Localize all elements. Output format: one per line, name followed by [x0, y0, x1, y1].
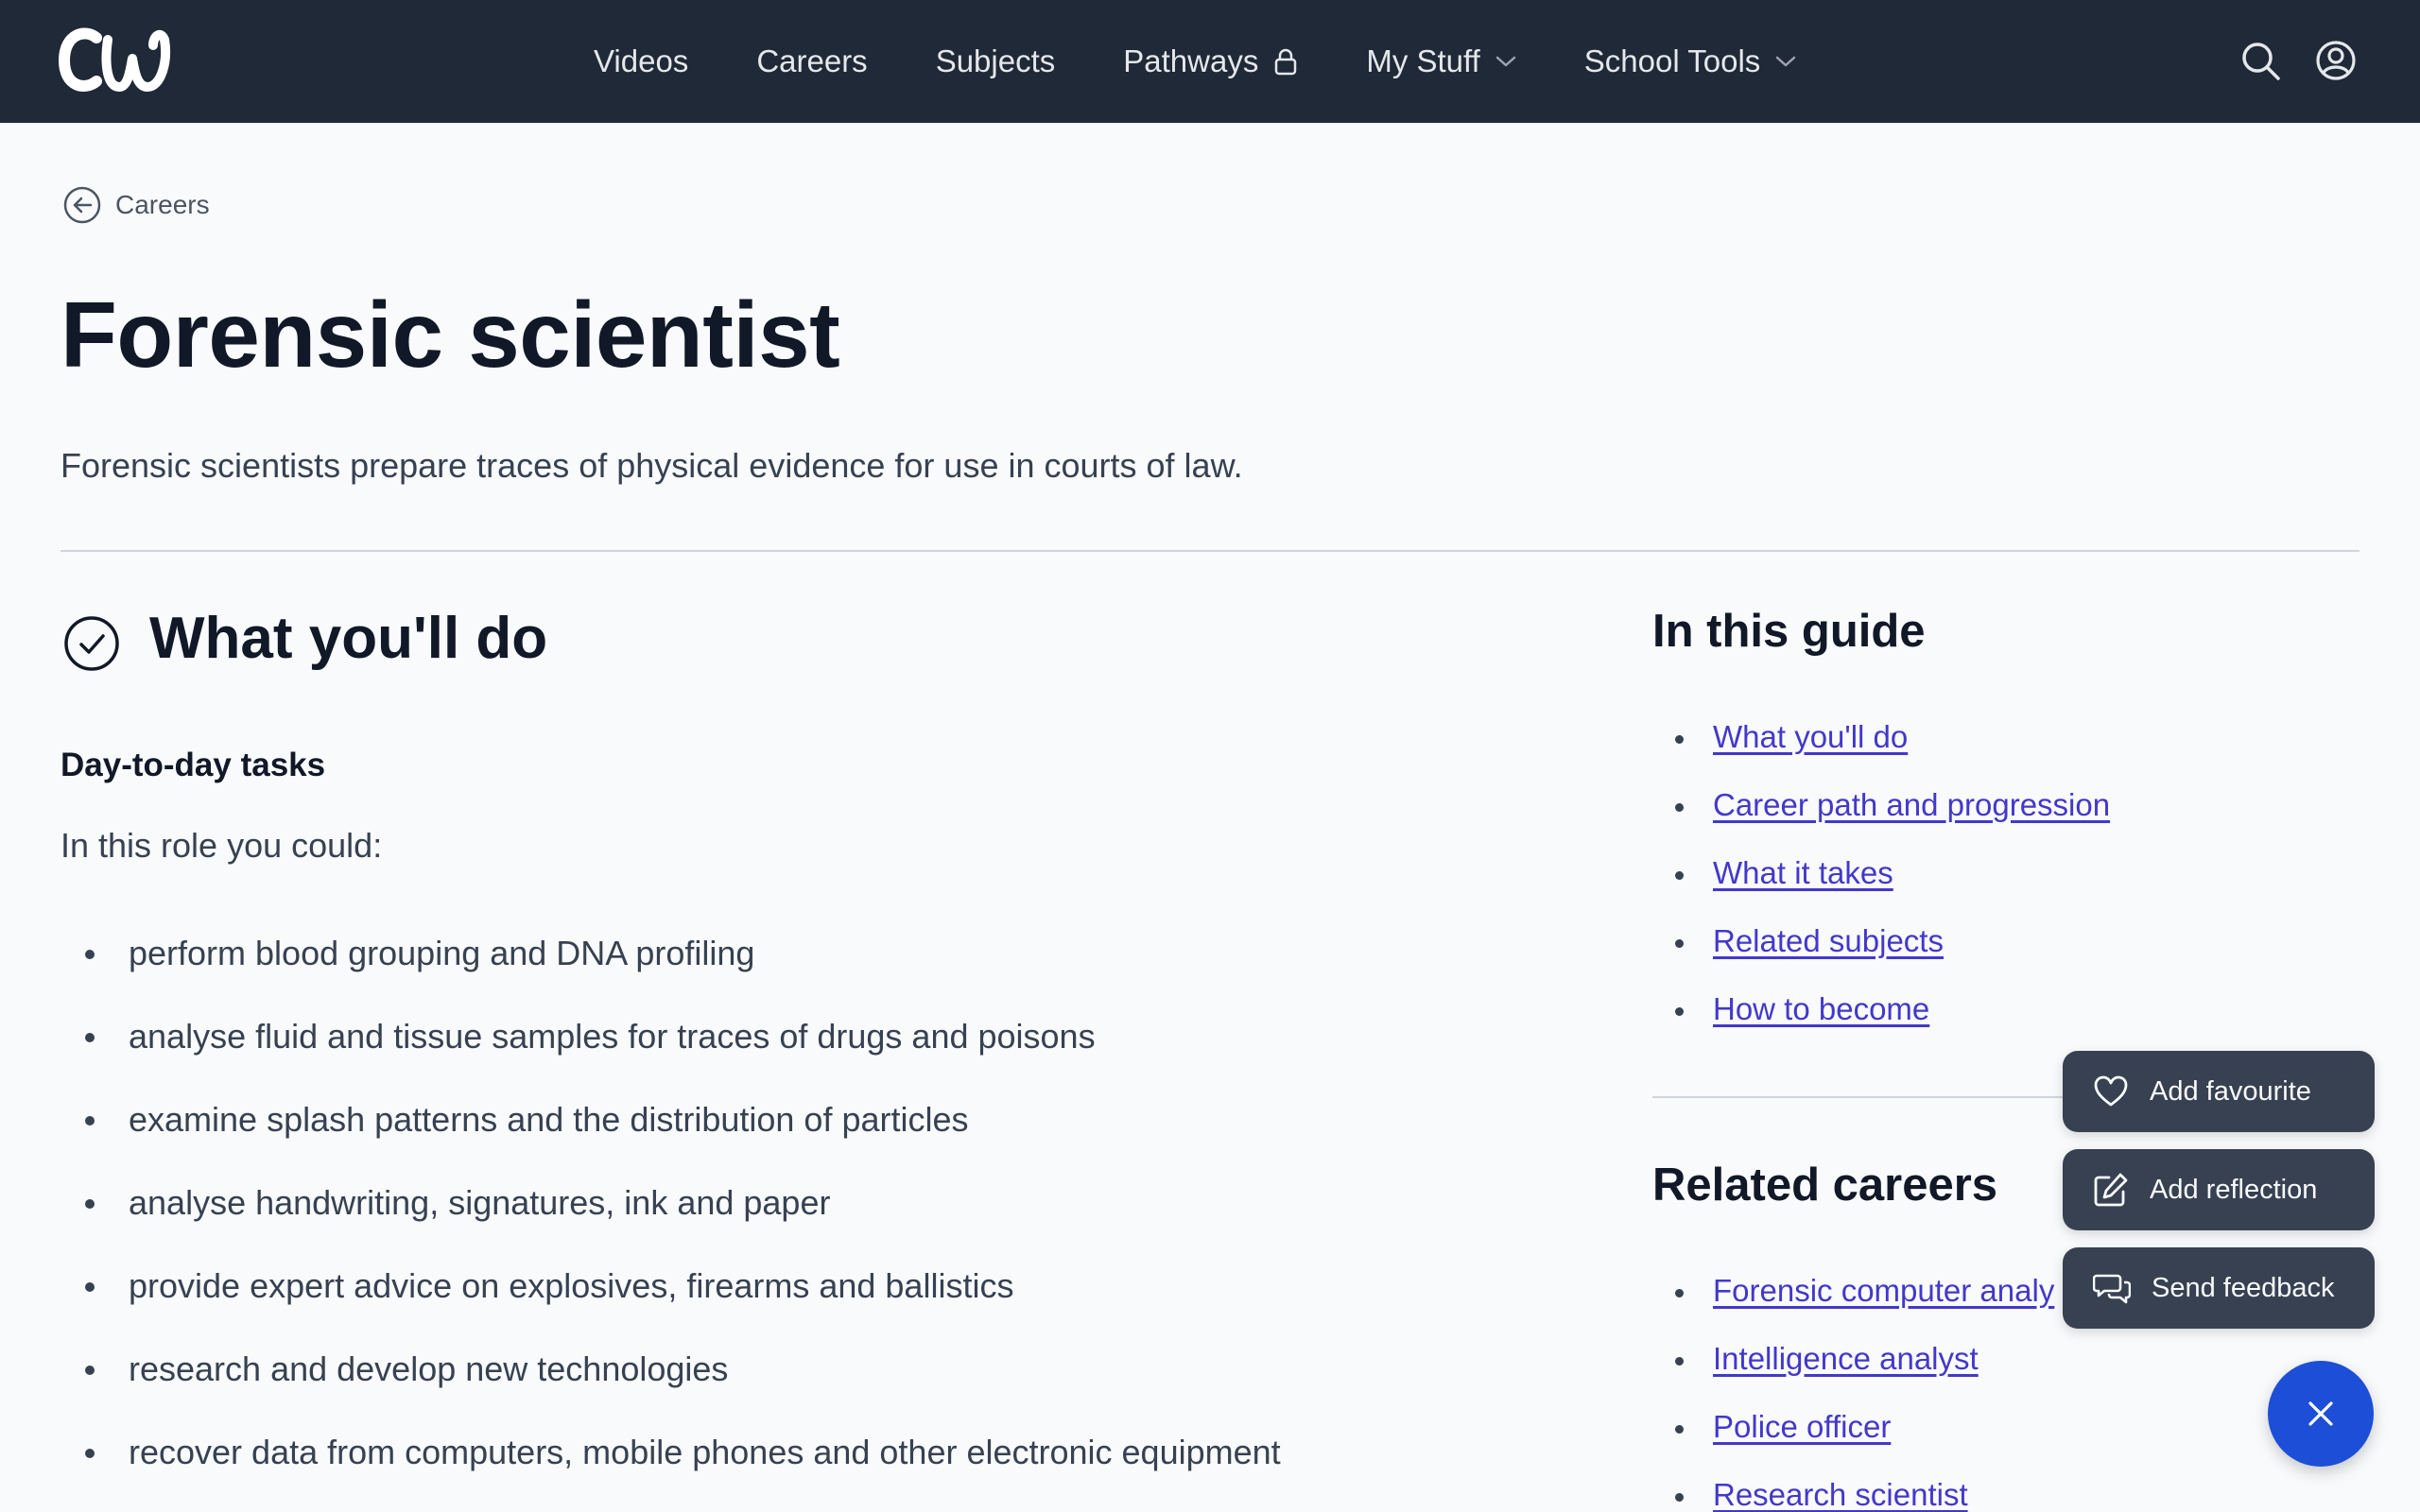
list-item: recover data from computers, mobile phon… — [60, 1423, 1281, 1506]
list-item: How to become — [1652, 985, 2110, 1053]
related-careers-links: Forensic computer analy Intelligence ana… — [1652, 1266, 2054, 1512]
list-item: analyse fluid and tissue samples for tra… — [60, 1007, 1281, 1091]
edit-icon — [2094, 1173, 2128, 1207]
nav-subjects[interactable]: Subjects — [936, 43, 1056, 79]
tasks-list: perform blood grouping and DNA profiling… — [60, 924, 1281, 1506]
top-navigation-bar: Videos Careers Subjects Pathways My Stuf… — [0, 0, 2420, 123]
page-description: Forensic scientists prepare traces of ph… — [60, 446, 1243, 485]
list-item: Police officer — [1652, 1402, 2054, 1470]
nav-videos[interactable]: Videos — [594, 43, 688, 79]
list-item: What you'll do — [1652, 713, 2110, 781]
chevron-down-icon — [1495, 56, 1516, 67]
feedback-icon — [2093, 1274, 2131, 1304]
guide-link-career-path[interactable]: Career path and progression — [1713, 787, 2110, 822]
list-item: Career path and progression — [1652, 781, 2110, 849]
chevron-down-icon — [1776, 56, 1796, 67]
add-reflection-button[interactable]: Add reflection — [2063, 1149, 2375, 1230]
list-item: perform blood grouping and DNA profiling — [60, 924, 1281, 1007]
nav-school-tools[interactable]: School Tools — [1584, 43, 1797, 79]
related-link-intelligence-analyst[interactable]: Intelligence analyst — [1713, 1341, 1979, 1376]
careerwise-logo[interactable] — [59, 25, 176, 96]
sidebar-divider — [1652, 1096, 2087, 1098]
heart-icon — [2094, 1075, 2128, 1107]
main-nav: Videos Careers Subjects Pathways My Stuf… — [594, 0, 1796, 123]
page-title: Forensic scientist — [60, 283, 840, 387]
breadcrumb-label: Careers — [115, 190, 210, 219]
guide-link-how-to-become[interactable]: How to become — [1713, 991, 1929, 1026]
back-arrow-icon — [63, 186, 101, 224]
header-divider — [60, 550, 2360, 552]
subheading-day-to-day: Day-to-day tasks — [60, 747, 326, 783]
close-actions-button[interactable] — [2268, 1361, 2374, 1467]
list-item: Research scientist — [1652, 1470, 2054, 1512]
section-title-what-youll-do: What you'll do — [149, 606, 548, 671]
tasks-intro: In this role you could: — [60, 826, 383, 865]
add-favourite-button[interactable]: Add favourite — [2063, 1051, 2375, 1132]
list-item: research and develop new technologies — [60, 1340, 1281, 1423]
related-careers-title: Related careers — [1652, 1160, 1998, 1211]
lock-icon — [1275, 48, 1297, 76]
guide-links: What you'll do Career path and progressi… — [1652, 713, 2110, 1053]
list-item: What it takes — [1652, 849, 2110, 917]
list-item: Related subjects — [1652, 917, 2110, 985]
add-reflection-label: Add reflection — [2150, 1174, 2318, 1205]
send-feedback-label: Send feedback — [2152, 1272, 2335, 1303]
check-circle-icon — [64, 616, 119, 671]
related-link-research-scientist[interactable]: Research scientist — [1713, 1477, 1968, 1512]
nav-my-stuff[interactable]: My Stuff — [1366, 43, 1516, 79]
add-favourite-label: Add favourite — [2150, 1075, 2311, 1107]
guide-link-what-it-takes[interactable]: What it takes — [1713, 855, 1893, 890]
search-icon[interactable] — [2238, 39, 2282, 82]
nav-careers[interactable]: Careers — [756, 43, 867, 79]
user-account-icon[interactable] — [2314, 39, 2358, 82]
guide-link-related-subjects[interactable]: Related subjects — [1713, 923, 1944, 958]
list-item: Forensic computer analy — [1652, 1266, 2054, 1334]
nav-pathways[interactable]: Pathways — [1123, 43, 1298, 79]
send-feedback-button[interactable]: Send feedback — [2063, 1247, 2375, 1329]
related-link-forensic-computer-analyst[interactable]: Forensic computer analy — [1713, 1273, 2054, 1308]
list-item: analyse handwriting, signatures, ink and… — [60, 1174, 1281, 1257]
list-item: examine splash patterns and the distribu… — [60, 1091, 1281, 1174]
related-link-police-officer[interactable]: Police officer — [1713, 1409, 1891, 1444]
list-item: provide expert advice on explosives, fir… — [60, 1257, 1281, 1340]
guide-title: In this guide — [1652, 606, 1926, 657]
close-icon — [2308, 1401, 2333, 1426]
breadcrumb-back-careers[interactable]: Careers — [62, 185, 210, 225]
guide-link-what-youll-do[interactable]: What you'll do — [1713, 719, 1908, 754]
list-item: Intelligence analyst — [1652, 1334, 2054, 1402]
